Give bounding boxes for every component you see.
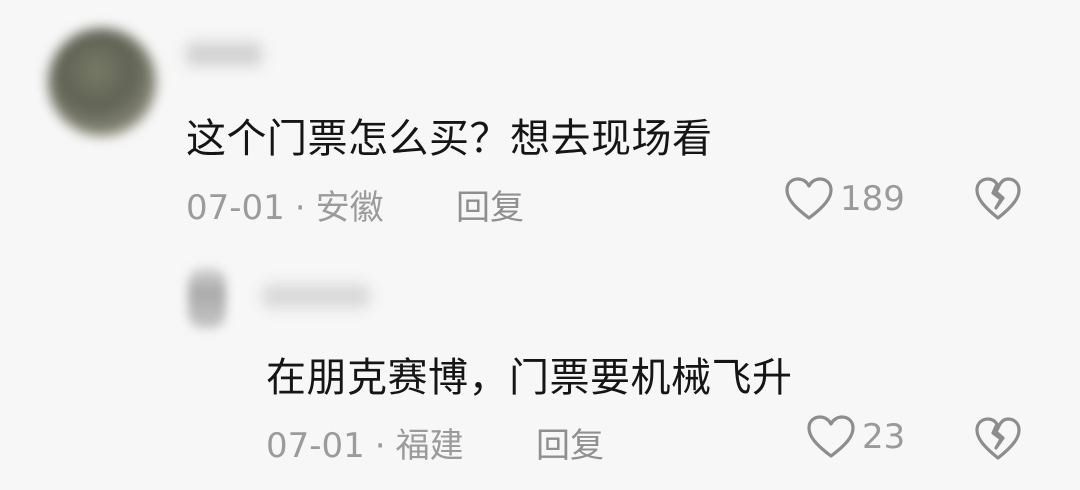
reply-button[interactable]: 回复 bbox=[536, 418, 604, 467]
like-button[interactable]: 189 bbox=[784, 176, 905, 222]
broken-heart-icon bbox=[974, 417, 1022, 466]
like-count: 23 bbox=[862, 417, 906, 457]
like-count: 189 bbox=[840, 179, 905, 219]
reply-button[interactable]: 回复 bbox=[456, 180, 524, 229]
username-blurred[interactable] bbox=[186, 42, 262, 66]
broken-heart-icon bbox=[974, 177, 1022, 226]
heart-outline-icon bbox=[806, 414, 856, 460]
comment-meta: 07-01 · 安徽 bbox=[186, 180, 384, 229]
meta-separator: · bbox=[294, 188, 306, 228]
comment-location: 安徽 bbox=[315, 188, 384, 228]
comment-text: 在朋克赛博，门票要机械飞升 bbox=[266, 355, 793, 401]
avatar[interactable] bbox=[188, 268, 226, 328]
comment-meta: 07-01 · 福建 bbox=[266, 418, 464, 467]
meta-separator: · bbox=[374, 426, 386, 466]
comment-text: 这个门票怎么买？想去现场看 bbox=[186, 116, 713, 162]
comment-location: 福建 bbox=[395, 426, 464, 466]
heart-outline-icon bbox=[784, 176, 834, 222]
like-button[interactable]: 23 bbox=[806, 414, 905, 460]
avatar[interactable] bbox=[48, 28, 156, 136]
username-blurred[interactable] bbox=[262, 284, 370, 308]
comment-date: 07-01 bbox=[266, 426, 365, 466]
dislike-button[interactable] bbox=[974, 176, 1022, 226]
dislike-button[interactable] bbox=[974, 416, 1022, 466]
comment-date: 07-01 bbox=[186, 188, 285, 228]
